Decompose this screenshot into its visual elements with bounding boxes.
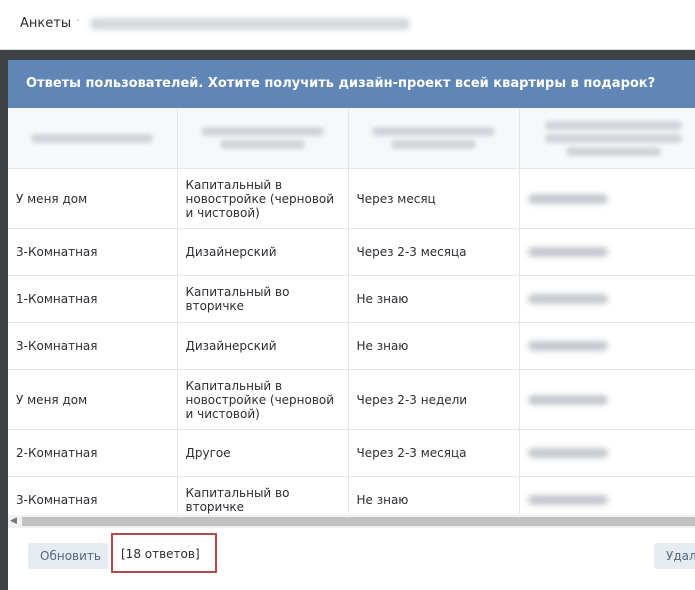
table-cell-c1: У меня дом <box>8 369 178 430</box>
table-cell-c3: Через 2-3 месяца <box>348 228 520 276</box>
table-cell-blurred-phone <box>519 275 695 323</box>
table-cell-c3: Через месяц <box>348 168 520 229</box>
scrollbar-thumb[interactable] <box>22 517 695 526</box>
table-row: У меня дом Капитальный в новостройке (чер… <box>8 369 695 430</box>
table-cell-blurred-phone <box>519 476 695 515</box>
horizontal-scrollbar[interactable]: ◀ <box>8 515 695 528</box>
modal-title: Ответы пользователей. Хотите получить ди… <box>8 60 695 108</box>
dim-overlay <box>0 50 695 60</box>
table-cell-c2: Дизайнерский <box>177 322 349 370</box>
responses-table-container[interactable]: У меня дом Капитальный в новостройке (чер… <box>8 108 695 515</box>
top-bar: Анкеты · <box>0 0 695 50</box>
responses-modal: Ответы пользователей. Хотите получить ди… <box>8 60 695 590</box>
table-row: 2-Комнатная Другое Через 2-3 месяца <box>8 429 695 477</box>
table-cell-c2: Капитальный в новостройке (черновой и чи… <box>177 369 349 430</box>
table-cell-c2: Капитальный в новостройке (черновой и чи… <box>177 168 349 229</box>
table-cell-c1: 3-Комнатная <box>8 322 178 370</box>
table-cell-c1: 1-Комнатная <box>8 275 178 323</box>
response-count-box: [18 ответов] <box>111 533 217 573</box>
modal-footer: Обновить [18 ответов] Удал <box>8 528 695 590</box>
column-header-3 <box>348 108 520 169</box>
table-cell-c1: У меня дом <box>8 168 178 229</box>
table-cell-c3: Не знаю <box>348 275 520 323</box>
table-cell-c2: Другое <box>177 429 349 477</box>
refresh-button[interactable]: Обновить <box>28 543 108 569</box>
table-header-row <box>8 108 695 169</box>
responses-table: У меня дом Капитальный в новостройке (чер… <box>8 108 695 515</box>
table-cell-c3: Не знаю <box>348 476 520 515</box>
column-header-4 <box>519 108 695 169</box>
table-cell-c1: 2-Комнатная <box>8 429 178 477</box>
breadcrumb-blurred-title <box>90 18 410 30</box>
table-row: 3-Комнатная Дизайнерский Через 2-3 месяца <box>8 228 695 276</box>
table-row: 3-Комнатная Капитальный во вторичке Не зна… <box>8 476 695 515</box>
table-cell-c3: Через 2-3 недели <box>348 369 520 430</box>
table-cell-blurred-phone <box>519 168 695 229</box>
column-header-2 <box>177 108 349 169</box>
table-cell-c3: Не знаю <box>348 322 520 370</box>
table-cell-blurred-phone <box>519 228 695 276</box>
table-cell-blurred-phone <box>519 429 695 477</box>
breadcrumb-forms[interactable]: Анкеты <box>20 16 71 31</box>
delete-button[interactable]: Удал <box>654 543 695 569</box>
table-cell-c2: Капитальный во вторичке <box>177 476 349 515</box>
table-row: 1-Комнатная Капитальный во вторичке Не зна… <box>8 275 695 323</box>
table-cell-c3: Через 2-3 месяца <box>348 429 520 477</box>
table-cell-c1: 3-Комнатная <box>8 228 178 276</box>
table-row: 3-Комнатная Дизайнерский Не знаю <box>8 322 695 370</box>
table-cell-blurred-phone <box>519 369 695 430</box>
column-header-1 <box>8 108 178 169</box>
table-cell-c2: Капитальный во вторичке <box>177 275 349 323</box>
table-cell-c1: 3-Комнатная <box>8 476 178 515</box>
response-count: [18 ответов] <box>121 547 200 561</box>
breadcrumb-separator: · <box>76 14 80 27</box>
scroll-left-icon[interactable]: ◀ <box>10 516 17 526</box>
table-row: У меня дом Капитальный в новостройке (чер… <box>8 168 695 229</box>
table-cell-c2: Дизайнерский <box>177 228 349 276</box>
table-cell-blurred-phone <box>519 322 695 370</box>
